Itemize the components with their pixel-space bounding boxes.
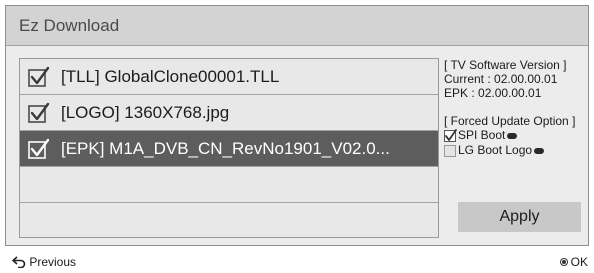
option-label: LG Boot Logo (458, 143, 533, 157)
epk-version: EPK : 02.00.00.01 (444, 86, 542, 100)
previous-label: Previous (29, 255, 77, 269)
checkbox-checked-icon[interactable] (28, 102, 50, 124)
titlebar: Ez Download (6, 6, 588, 46)
file-list: [TLL] GlobalClone00001.TLL [LOGO] 1360X7… (19, 58, 439, 238)
file-row[interactable]: [TLL] GlobalClone00001.TLL (20, 59, 438, 95)
option-spi-boot[interactable]: SPI Boot (444, 128, 586, 143)
footer-bar: Previous OK (0, 251, 594, 273)
file-row-selected[interactable]: [EPK] M1A_DVB_CN_RevNo1901_V02.0... (20, 131, 438, 167)
software-version-header: [ TV Software Version ] (444, 58, 567, 72)
file-row-empty (20, 167, 438, 203)
option-label: SPI Boot (458, 128, 506, 142)
forced-update-header: [ Forced Update Option ] (444, 114, 576, 128)
checkbox-checked-icon[interactable] (444, 129, 457, 142)
option-lg-boot-logo[interactable]: LG Boot Logo (444, 143, 586, 158)
ok-label: OK (570, 255, 588, 269)
apply-button[interactable]: Apply (458, 202, 581, 232)
file-name: [EPK] M1A_DVB_CN_RevNo1901_V02.0... (61, 139, 390, 158)
previous-button[interactable]: Previous (12, 255, 76, 269)
remote-button-icon (507, 132, 518, 139)
ok-button[interactable]: OK (559, 255, 588, 269)
window-title: Ez Download (19, 16, 120, 35)
checkbox-checked-icon[interactable] (28, 138, 50, 160)
ok-wheel-icon (559, 258, 568, 266)
file-row[interactable]: [LOGO] 1360X768.jpg (20, 95, 438, 131)
checkbox-unchecked-icon[interactable] (444, 144, 457, 157)
file-name: [LOGO] 1360X768.jpg (61, 103, 230, 122)
ez-download-window: Ez Download [TLL] GlobalClone00001.TLL [… (5, 5, 589, 246)
checkbox-checked-icon[interactable] (28, 66, 50, 88)
info-panel: [ TV Software Version ] Current : 02.00.… (444, 58, 586, 158)
file-row-empty (20, 203, 438, 239)
remote-button-icon (534, 147, 545, 154)
back-arrow-icon (12, 256, 26, 269)
current-version: Current : 02.00.00.01 (444, 72, 558, 86)
file-name: [TLL] GlobalClone00001.TLL (61, 67, 280, 86)
